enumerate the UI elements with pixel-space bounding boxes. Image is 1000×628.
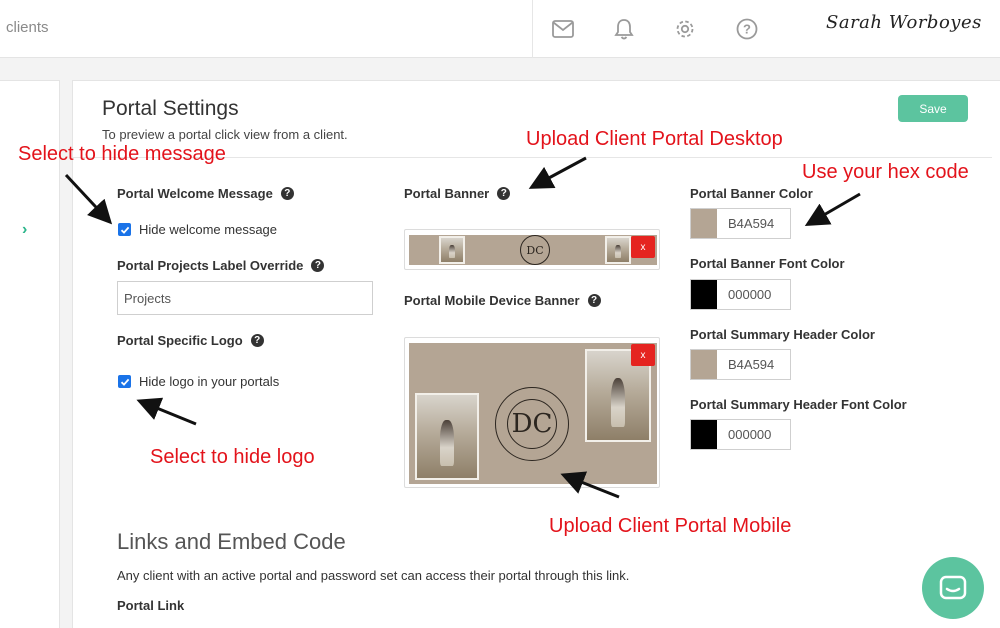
color-label-summary-header-font: Portal Summary Header Font Color [690,397,907,412]
color-swatch[interactable] [691,420,717,449]
desktop-banner-image: DC [409,235,657,265]
specific-logo-label-text: Portal Specific Logo [117,333,243,348]
banner-seal: DC [520,235,550,265]
hide-logo-checkbox[interactable] [118,375,131,388]
color-label-banner: Portal Banner Color [690,186,813,201]
chat-icon [939,575,967,600]
color-hex-value[interactable]: 000000 [717,420,790,449]
projects-label-override-label: Portal Projects Label Override ? [117,258,325,273]
summary-header-color-field[interactable]: B4A594 [690,349,791,380]
links-section-title: Links and Embed Code [117,529,346,554]
top-bar: clients ? Sarah Worboyes [0,0,1000,58]
breadcrumb[interactable]: clients [6,19,49,36]
portal-banner-label: Portal Banner ? [404,186,511,201]
color-hex-value[interactable]: B4A594 [717,350,790,379]
color-label-summary-header: Portal Summary Header Color [690,327,875,342]
annotation-hex: Use your hex code [802,161,969,183]
help-icon[interactable]: ? [280,187,294,200]
welcome-message-label: Portal Welcome Message ? [117,186,294,201]
annotation-hide-logo: Select to hide logo [150,446,315,468]
mobile-banner-image: DC [409,343,657,484]
remove-mobile-banner-button[interactable]: x [631,344,655,366]
banner-color-field[interactable]: B4A594 [690,208,791,239]
portal-link-label: Portal Link [117,598,185,613]
chevron-right-icon[interactable]: › [22,221,27,239]
annotation-desktop: Upload Client Portal Desktop [526,128,783,150]
specific-logo-label: Portal Specific Logo ? [117,333,264,348]
save-button[interactable]: Save [898,95,968,122]
color-swatch[interactable] [691,209,717,238]
color-hex-value[interactable]: B4A594 [717,209,790,238]
links-section-description: Any client with an active portal and pas… [117,568,630,583]
top-divider [532,0,533,58]
help-icon[interactable]: ? [734,16,760,42]
mobile-banner-label-text: Portal Mobile Device Banner [404,293,580,308]
check-icon [120,226,129,234]
banner-photo-left [439,236,465,264]
mobile-banner-preview[interactable]: DC x [404,337,660,488]
color-swatch[interactable] [691,350,717,379]
color-label-banner-font: Portal Banner Font Color [690,256,845,271]
help-icon[interactable]: ? [497,187,511,200]
annotation-mobile: Upload Client Portal Mobile [549,515,792,537]
projects-label-override-text: Portal Projects Label Override [117,258,304,273]
mail-icon[interactable] [550,16,576,42]
hide-logo-label: Hide logo in your portals [139,374,280,389]
banner-font-color-field[interactable]: 000000 [690,279,791,310]
remove-desktop-banner-button[interactable]: x [631,236,655,258]
gear-icon[interactable] [672,16,698,42]
portal-banner-label-text: Portal Banner [404,186,490,201]
banner-seal-text: DC [526,243,544,257]
page-subtitle: To preview a portal click view from a cl… [102,127,348,142]
annotation-hide-message: Select to hide message [18,143,226,165]
hide-welcome-label: Hide welcome message [139,222,278,237]
color-hex-value[interactable]: 000000 [717,280,790,309]
hide-welcome-checkbox[interactable] [118,223,131,236]
hide-logo-row: Hide logo in your portals [118,374,279,389]
banner-photo-right [605,236,631,264]
projects-label-input[interactable] [117,281,373,315]
chat-button[interactable] [922,557,984,619]
hide-welcome-row: Hide welcome message [118,222,277,237]
help-icon[interactable]: ? [587,294,601,307]
mobile-banner-label: Portal Mobile Device Banner ? [404,293,601,308]
bell-icon[interactable] [611,16,637,42]
help-icon[interactable]: ? [250,334,264,347]
svg-text:?: ? [743,22,751,37]
color-swatch[interactable] [691,280,717,309]
mobile-seal: DC [495,387,569,461]
mobile-photo-left [415,393,479,480]
welcome-message-label-text: Portal Welcome Message [117,186,273,201]
desktop-banner-preview[interactable]: DC x [404,229,660,270]
page-title: Portal Settings [102,97,239,120]
summary-header-font-color-field[interactable]: 000000 [690,419,791,450]
check-icon [120,378,129,386]
signature-logo: Sarah Worboyes [826,12,982,33]
help-icon[interactable]: ? [311,259,325,272]
